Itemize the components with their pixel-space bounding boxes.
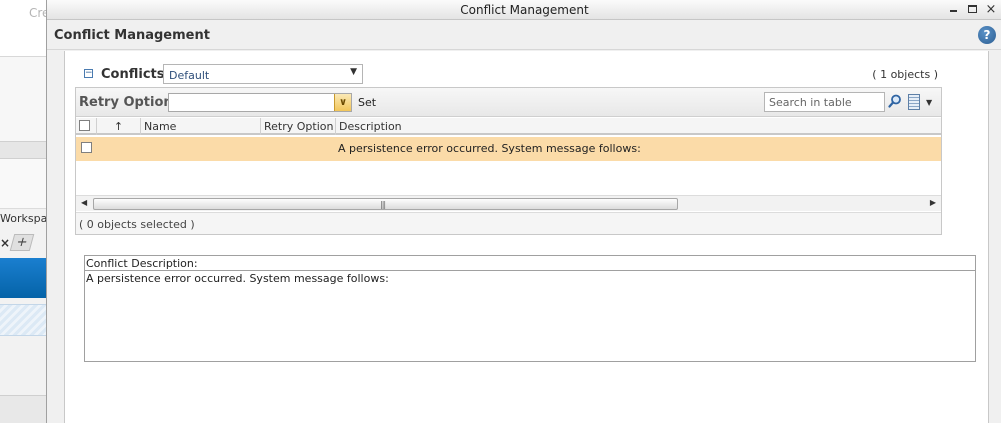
scroll-right-icon[interactable]: ▶ (930, 198, 936, 207)
page-header: Conflict Management ? (47, 21, 1001, 50)
background-striped-panel (0, 304, 46, 336)
chevron-down-icon[interactable]: ▼ (926, 98, 932, 107)
page-title: Conflict Management (54, 28, 210, 43)
background-band (0, 141, 46, 159)
search-icon (887, 94, 901, 108)
window-right-margin (989, 51, 1001, 423)
view-select[interactable]: Default ▼ (163, 64, 363, 84)
view-select-value: Default (169, 69, 210, 82)
columns-icon[interactable] (908, 94, 920, 110)
background-header: Cre (0, 0, 46, 57)
selection-status-bar: ( 0 objects selected ) (76, 212, 941, 234)
content-area: − Conflicts Default ▼ ( 1 objects ) Retr… (64, 51, 989, 423)
background-footer (0, 395, 46, 423)
object-count: ( 1 objects ) (872, 68, 938, 81)
maximize-button[interactable] (965, 1, 979, 17)
table-row[interactable]: A persistence error occurred. System mes… (76, 137, 941, 161)
add-tab-button[interactable]: + (9, 234, 35, 251)
window-left-margin (47, 51, 64, 423)
background-create-label: Cre (29, 6, 46, 20)
row-checkbox[interactable] (81, 142, 92, 153)
window-titlebar[interactable]: Conflict Management × (47, 0, 1001, 20)
conflict-description-box: Conflict Description: A persistence erro… (84, 255, 976, 362)
close-button[interactable]: × (984, 1, 998, 17)
window-controls: × (946, 1, 998, 17)
search-input[interactable] (764, 92, 885, 112)
background-panel (0, 57, 46, 141)
select-all-checkbox[interactable] (79, 120, 90, 131)
conflicts-header: − Conflicts Default ▼ ( 1 objects ) (65, 61, 990, 85)
column-header-sort[interactable]: ↑ (97, 118, 141, 135)
horizontal-scrollbar[interactable]: ◀ ||| ▶ (76, 195, 941, 211)
maximize-icon (967, 5, 977, 13)
scroll-left-icon[interactable]: ◀ (81, 198, 87, 207)
background-tabs: × + (0, 233, 46, 253)
row-description: A persistence error occurred. System mes… (338, 142, 641, 155)
conflict-description-label: Conflict Description: (85, 256, 975, 271)
select-all-cell (76, 118, 97, 135)
column-header-name[interactable]: Name (141, 118, 261, 135)
set-button[interactable]: Set (358, 96, 376, 109)
window-title: Conflict Management (460, 3, 589, 17)
chevron-down-icon[interactable]: ∨ (334, 94, 351, 111)
chevron-down-icon: ▼ (350, 67, 357, 77)
background-workspace-label: Workspac (0, 212, 46, 225)
grip-icon: ||| (380, 200, 386, 209)
background-banner (0, 258, 46, 298)
conflicts-table: Retry Option ∨ Set ▼ (75, 87, 942, 235)
scrollbar-thumb[interactable]: ||| (93, 198, 678, 210)
column-header-retry-option[interactable]: Retry Option (261, 118, 336, 135)
help-icon[interactable]: ? (978, 26, 996, 44)
table-header-row: ↑ Name Retry Option Description (76, 118, 941, 135)
retry-option-label: Retry Option (79, 95, 173, 110)
conflicts-label: Conflicts (101, 67, 165, 82)
minimize-icon (949, 10, 957, 12)
collapse-icon[interactable]: − (84, 69, 93, 78)
retry-option-select[interactable]: ∨ (168, 93, 352, 112)
column-header-description[interactable]: Description (336, 118, 941, 135)
conflict-description-text: A persistence error occurred. System mes… (86, 272, 389, 285)
background-app: Cre Workspac × + (0, 0, 46, 423)
close-icon[interactable]: × (0, 236, 10, 250)
conflict-management-window: Conflict Management × Conflict Managemen… (46, 0, 1001, 423)
selected-count: ( 0 objects selected ) (79, 218, 195, 231)
background-block (0, 159, 46, 209)
minimize-button[interactable] (946, 1, 960, 17)
table-toolbar: Retry Option ∨ Set ▼ (76, 88, 941, 117)
search-button[interactable] (886, 92, 903, 110)
